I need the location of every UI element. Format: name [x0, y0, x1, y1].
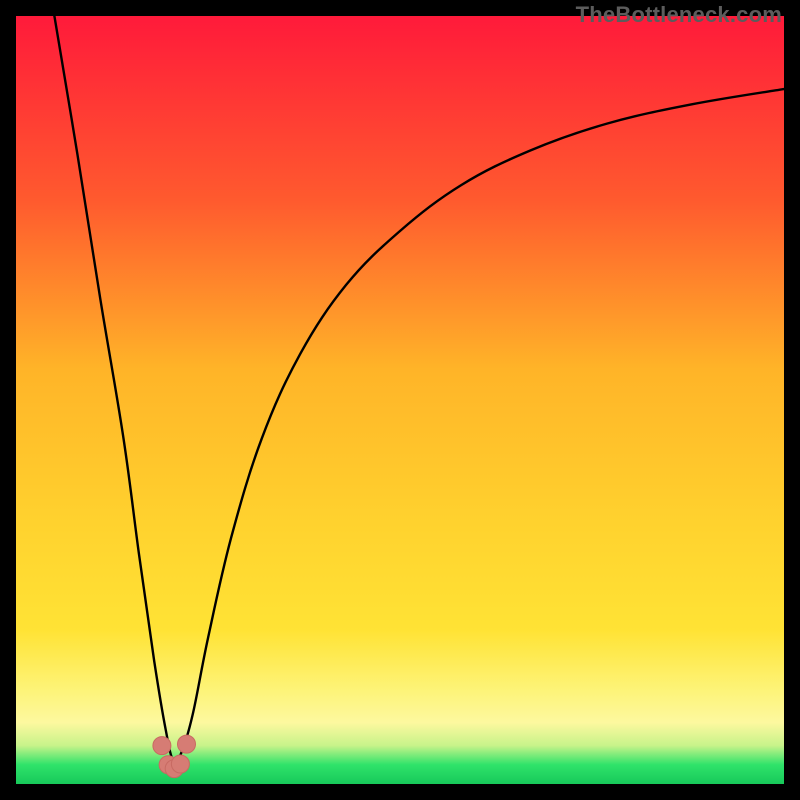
chart-frame: TheBottleneck.com	[0, 0, 800, 800]
marker-dot-4	[178, 735, 196, 753]
plot-area	[16, 16, 784, 784]
marker-dot-0	[153, 737, 171, 755]
chart-svg	[16, 16, 784, 784]
marker-dot-3	[171, 755, 189, 773]
watermark-text: TheBottleneck.com	[576, 2, 782, 28]
gradient-background	[16, 16, 784, 784]
